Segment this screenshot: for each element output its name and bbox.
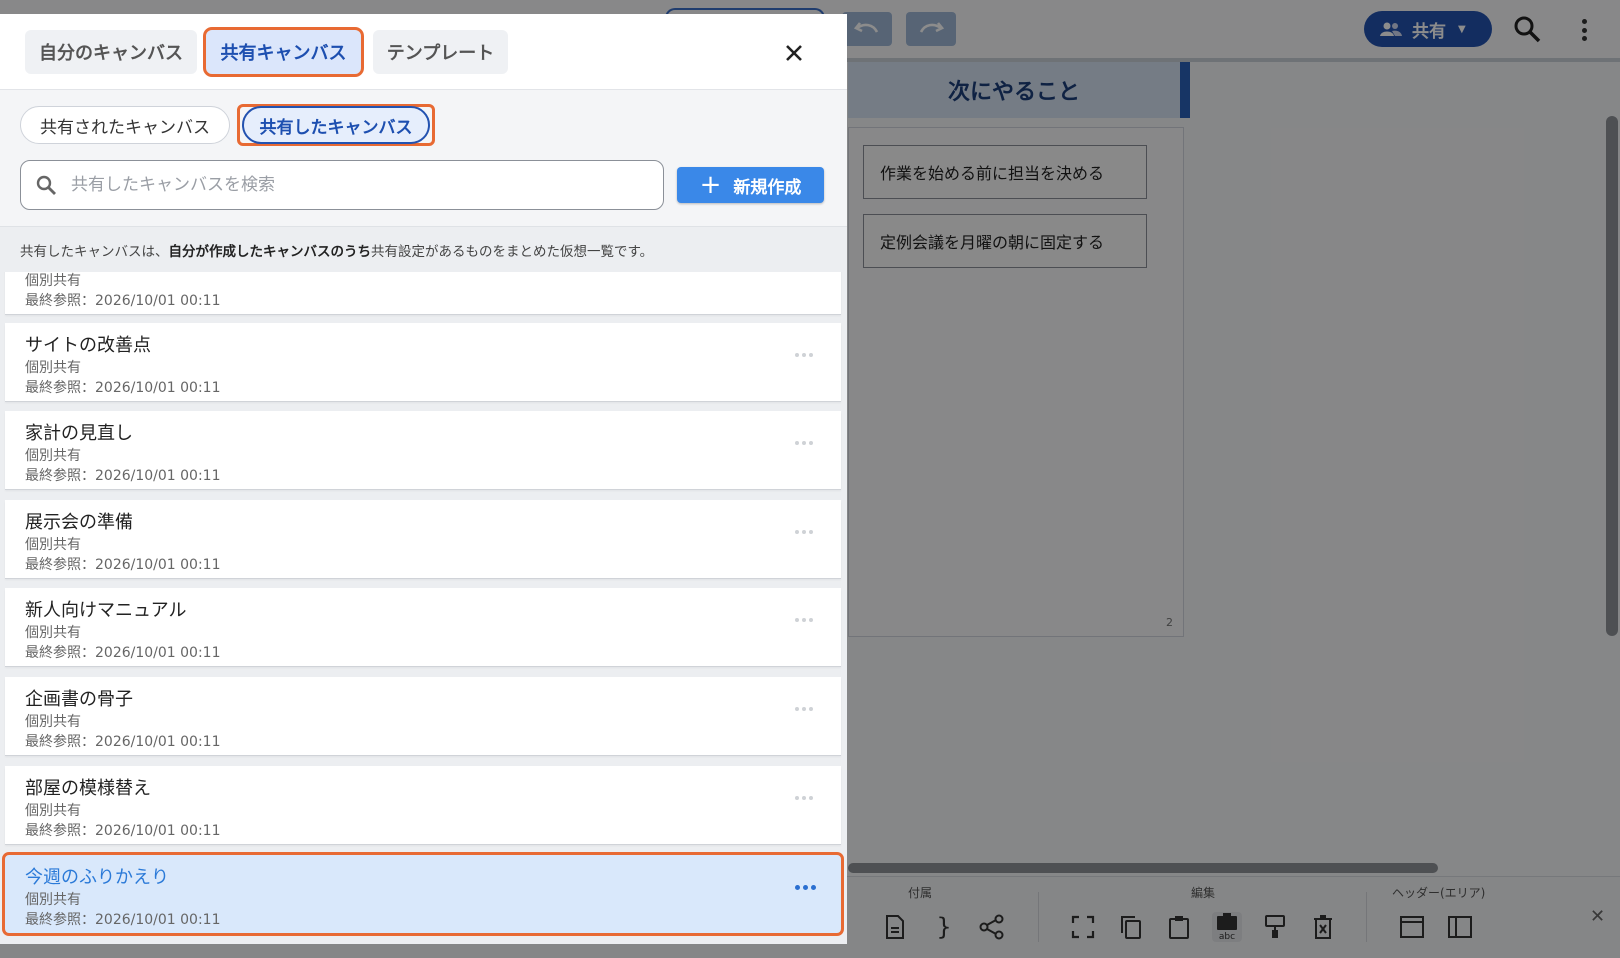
more-options-icon[interactable]: [795, 441, 813, 445]
list-item[interactable]: 部屋の模様替え 個別共有 最終参照：2026/10/01 00:11: [5, 766, 841, 844]
more-options-icon[interactable]: [795, 885, 816, 890]
item-share-type: 個別共有: [25, 625, 81, 641]
item-title: 企画書の骨子: [25, 689, 133, 710]
info-text-2: 共有設定があるものをまとめた仮想一覧です。: [371, 243, 654, 260]
filter-chip-sent[interactable]: 共有したキャンバス: [242, 106, 430, 144]
item-last-viewed: 最終参照：2026/10/01 00:11: [25, 380, 221, 396]
item-title: 部屋の模様替え: [25, 778, 151, 799]
close-icon[interactable]: [780, 39, 808, 67]
info-text-1: 共有したキャンバスは、: [20, 243, 169, 260]
item-title: 家計の見直し: [25, 423, 133, 444]
item-title: サイトの改善点: [25, 335, 151, 356]
item-share-type: 個別共有: [25, 803, 81, 819]
list-item[interactable]: 企画書の骨子 個別共有 最終参照：2026/10/01 00:11: [5, 677, 841, 755]
item-last-viewed: 最終参照：2026/10/01 00:11: [25, 912, 221, 928]
search-box[interactable]: [20, 160, 664, 210]
search-icon: [36, 175, 56, 195]
item-title: 展示会の準備: [25, 512, 133, 533]
list-item[interactable]: 家計の見直し 個別共有 最終参照：2026/10/01 00:11: [5, 411, 841, 489]
item-share-type: 個別共有: [25, 714, 81, 730]
item-last-viewed: 最終参照：2026/10/01 00:11: [25, 557, 221, 573]
item-last-viewed: 最終参照：2026/10/01 00:11: [25, 645, 221, 661]
plus-icon: +: [699, 170, 722, 200]
canvas-list[interactable]: 個別共有 最終参照：2026/10/01 00:11 サイトの改善点 個別共有 …: [0, 272, 847, 944]
more-options-icon[interactable]: [795, 707, 813, 711]
list-item[interactable]: 新人向けマニュアル 個別共有 最終参照：2026/10/01 00:11: [5, 588, 841, 666]
item-share-type: 個別共有: [25, 448, 81, 464]
more-options-icon[interactable]: [795, 796, 813, 800]
list-item[interactable]: 個別共有 最終参照：2026/10/01 00:11: [5, 272, 841, 314]
item-last-viewed: 最終参照：2026/10/01 00:11: [25, 734, 221, 750]
filter-chip-received[interactable]: 共有されたキャンバス: [20, 106, 230, 144]
info-text-bold: 自分が作成したキャンバスのうち: [168, 243, 372, 260]
item-share-type: 個別共有: [25, 537, 81, 553]
tab-my-canvas[interactable]: 自分のキャンバス: [25, 30, 197, 74]
info-message: 共有したキャンバスは、 自分が作成したキャンバスのうち 共有設定があるものをまとめた…: [0, 226, 847, 272]
item-share-type: 個別共有: [25, 273, 81, 289]
item-last-viewed: 最終参照：2026/10/01 00:11: [25, 468, 221, 484]
more-options-icon[interactable]: [795, 530, 813, 534]
new-canvas-button[interactable]: + 新規作成: [677, 167, 824, 203]
canvas-list-dialog: 自分のキャンバス 共有キャンバス テンプレート 共有されたキャンバス 共有したキ…: [0, 14, 847, 944]
search-input[interactable]: [71, 175, 631, 195]
item-last-viewed: 最終参照：2026/10/01 00:11: [25, 823, 221, 839]
tab-template[interactable]: テンプレート: [373, 30, 508, 74]
list-item-selected[interactable]: 今週のふりかえり 個別共有 最終参照：2026/10/01 00:11: [2, 852, 844, 936]
dialog-header: 自分のキャンバス 共有キャンバス テンプレート: [0, 14, 847, 90]
list-item[interactable]: 展示会の準備 個別共有 最終参照：2026/10/01 00:11: [5, 500, 841, 578]
item-last-viewed: 最終参照：2026/10/01 00:11: [25, 293, 221, 309]
more-options-icon[interactable]: [795, 353, 813, 357]
tab-shared-canvas[interactable]: 共有キャンバス: [203, 27, 364, 77]
item-title: 新人向けマニュアル: [25, 600, 187, 621]
new-button-label: 新規作成: [733, 177, 802, 198]
item-share-type: 個別共有: [25, 892, 81, 908]
item-share-type: 個別共有: [25, 360, 81, 376]
more-options-icon[interactable]: [795, 618, 813, 622]
item-title: 今週のふりかえり: [25, 867, 169, 888]
list-item[interactable]: サイトの改善点 個別共有 最終参照：2026/10/01 00:11: [5, 323, 841, 401]
